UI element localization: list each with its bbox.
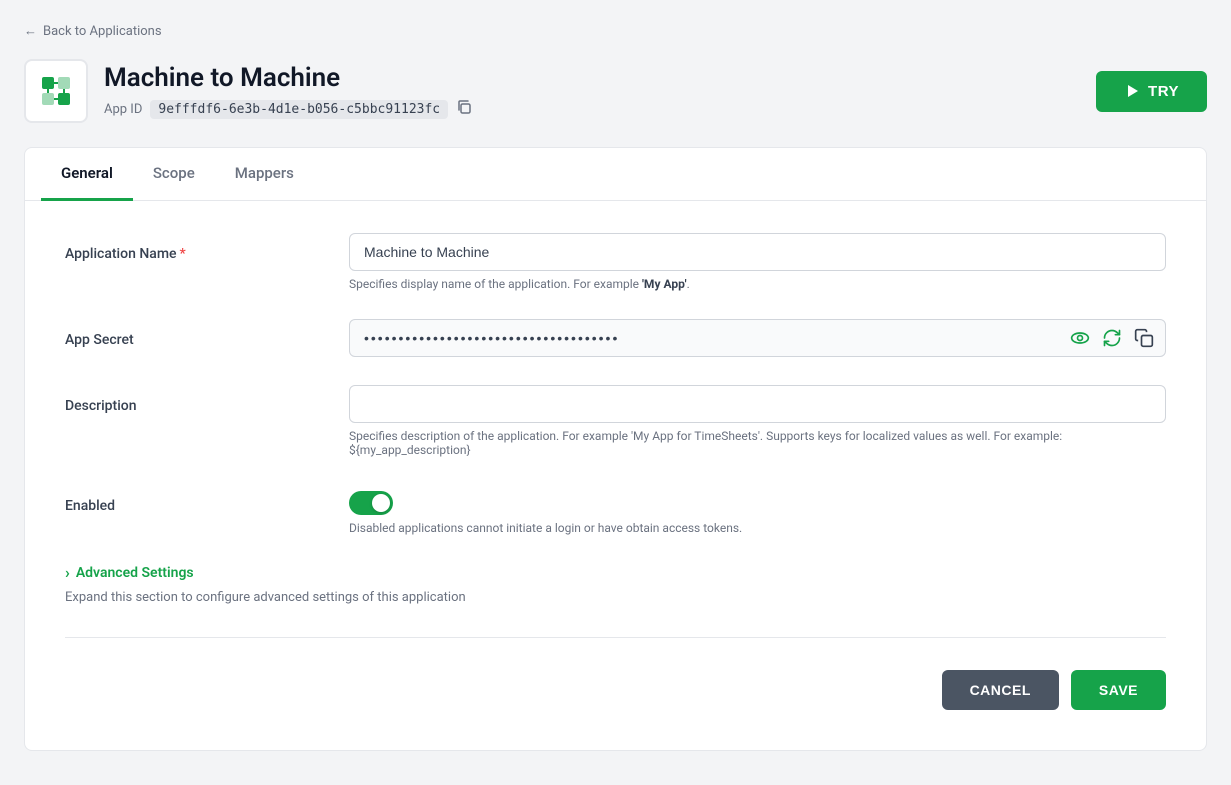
advanced-settings-toggle[interactable]: › Advanced Settings bbox=[65, 563, 1166, 582]
app-secret-input[interactable] bbox=[349, 319, 1166, 357]
input-col-app-name: Specifies display name of the applicatio… bbox=[349, 233, 1166, 291]
input-col-description: Specifies description of the application… bbox=[349, 385, 1166, 457]
form-row-app-name: Application Name* Specifies display name… bbox=[65, 233, 1166, 291]
app-header-left: Machine to Machine App ID 9efffdf6-6e3b-… bbox=[24, 59, 472, 123]
secret-input-wrapper bbox=[349, 319, 1166, 357]
app-id-row: App ID 9efffdf6-6e3b-4d1e-b056-c5bbc9112… bbox=[104, 99, 472, 119]
description-label: Description bbox=[65, 398, 137, 414]
chevron-right-icon: › bbox=[65, 563, 70, 582]
label-col-app-name: Application Name* bbox=[65, 233, 325, 262]
app-name-input[interactable] bbox=[349, 233, 1166, 271]
back-link[interactable]: ← Back to Applications bbox=[24, 23, 162, 39]
toggle-slider bbox=[349, 491, 393, 515]
app-logo-svg bbox=[38, 73, 74, 109]
app-title: Machine to Machine bbox=[104, 63, 472, 93]
refresh-icon bbox=[1102, 328, 1122, 348]
back-arrow-icon: ← bbox=[24, 23, 37, 39]
regenerate-secret-button[interactable] bbox=[1100, 326, 1124, 350]
advanced-settings-desc: Expand this section to configure advance… bbox=[65, 590, 1166, 605]
advanced-settings-label: Advanced Settings bbox=[76, 565, 194, 581]
description-hint: Specifies description of the application… bbox=[349, 429, 1166, 457]
secret-actions bbox=[1068, 326, 1156, 350]
form-row-description: Description Specifies description of the… bbox=[65, 385, 1166, 457]
app-id-value: 9efffdf6-6e3b-4d1e-b056-c5bbc91123fc bbox=[150, 100, 448, 119]
try-button[interactable]: TRY bbox=[1096, 71, 1207, 112]
label-col-enabled: Enabled bbox=[65, 485, 325, 514]
app-secret-label: App Secret bbox=[65, 332, 134, 348]
reveal-secret-button[interactable] bbox=[1068, 326, 1092, 350]
tab-general[interactable]: General bbox=[41, 148, 133, 201]
copy-icon bbox=[1134, 328, 1154, 348]
copy-secret-button[interactable] bbox=[1132, 326, 1156, 350]
copy-app-id-icon[interactable] bbox=[456, 99, 472, 119]
description-input[interactable] bbox=[349, 385, 1166, 423]
enabled-label: Enabled bbox=[65, 498, 115, 514]
app-title-block: Machine to Machine App ID 9efffdf6-6e3b-… bbox=[104, 63, 472, 119]
eye-icon bbox=[1070, 328, 1090, 348]
enabled-hint: Disabled applications cannot initiate a … bbox=[349, 521, 1166, 535]
app-name-label: Application Name* bbox=[65, 246, 186, 262]
back-link-label: Back to Applications bbox=[43, 24, 162, 39]
input-col-enabled: Disabled applications cannot initiate a … bbox=[349, 485, 1166, 535]
tab-mappers[interactable]: Mappers bbox=[215, 148, 314, 201]
tabs-header: General Scope Mappers bbox=[25, 148, 1206, 201]
tab-content-general: Application Name* Specifies display name… bbox=[25, 201, 1206, 750]
app-name-hint-bold: 'My App' bbox=[642, 277, 687, 291]
required-indicator: * bbox=[180, 246, 186, 262]
tab-scope[interactable]: Scope bbox=[133, 148, 215, 201]
label-col-app-secret: App Secret bbox=[65, 319, 325, 348]
enabled-toggle[interactable] bbox=[349, 491, 393, 515]
label-col-description: Description bbox=[65, 385, 325, 414]
try-button-label: TRY bbox=[1148, 83, 1179, 100]
app-name-hint: Specifies display name of the applicatio… bbox=[349, 277, 1166, 291]
form-row-enabled: Enabled Disabled applications cannot ini… bbox=[65, 485, 1166, 535]
tabs-card: General Scope Mappers Application Name* … bbox=[24, 147, 1207, 751]
play-icon bbox=[1124, 83, 1140, 99]
toggle-wrapper bbox=[349, 485, 1166, 515]
cancel-button[interactable]: CANCEL bbox=[942, 670, 1059, 710]
form-actions: CANCEL SAVE bbox=[65, 662, 1166, 710]
save-button[interactable]: SAVE bbox=[1071, 670, 1166, 710]
input-col-app-secret bbox=[349, 319, 1166, 357]
advanced-settings-section: › Advanced Settings Expand this section … bbox=[65, 563, 1166, 605]
form-divider bbox=[65, 637, 1166, 638]
form-row-app-secret: App Secret bbox=[65, 319, 1166, 357]
app-header: Machine to Machine App ID 9efffdf6-6e3b-… bbox=[24, 59, 1207, 123]
app-id-label: App ID bbox=[104, 102, 142, 117]
app-icon bbox=[24, 59, 88, 123]
